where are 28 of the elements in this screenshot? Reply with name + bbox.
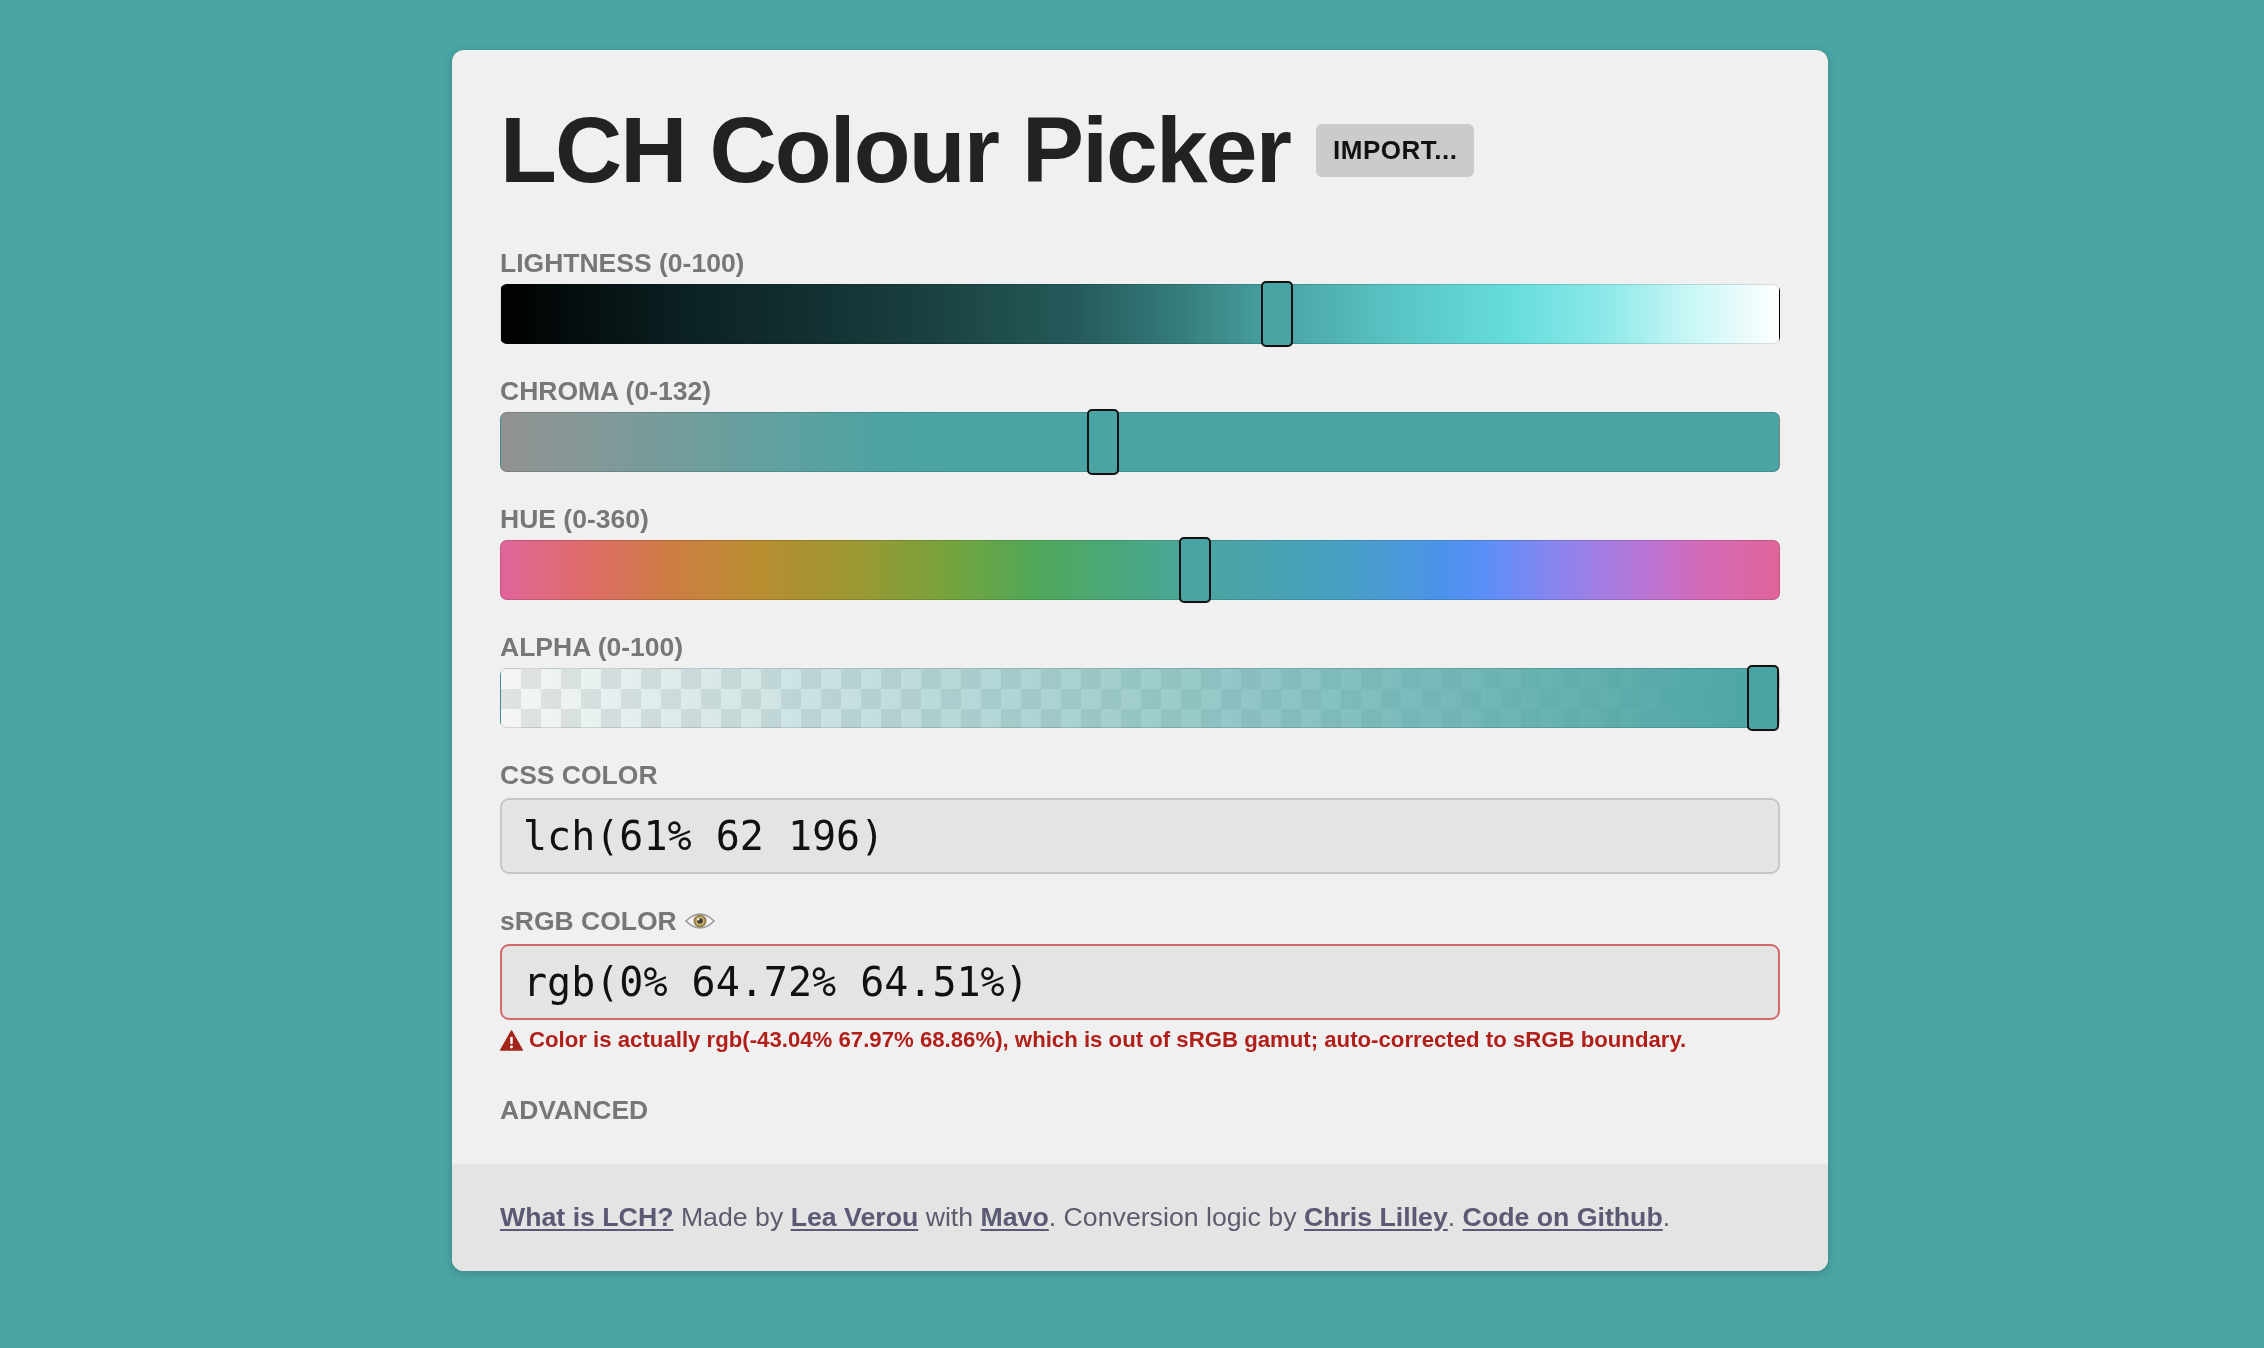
slider-label: LIGHTNESS (0-100) bbox=[500, 248, 746, 278]
slider-label: HUE (0-360) bbox=[500, 504, 650, 534]
slider-track[interactable] bbox=[500, 540, 1780, 600]
footer-link[interactable]: What is LCH? bbox=[500, 1202, 674, 1232]
slider-track[interactable] bbox=[500, 668, 1780, 728]
slider-label: CHROMA (0-132) bbox=[500, 376, 713, 406]
slider-track[interactable] bbox=[500, 412, 1780, 472]
eye-icon[interactable] bbox=[684, 910, 715, 932]
advanced-toggle[interactable]: ADVANCED bbox=[500, 1095, 649, 1125]
import-button[interactable]: IMPORT... bbox=[1316, 123, 1475, 177]
footer-link[interactable]: Mavo bbox=[980, 1202, 1049, 1232]
warning-message: Color is actually rgb(-43.04% 67.97% 68.86%), which is out of sRGB gamut; auto-corrected to sRGB boundary. bbox=[529, 1027, 1687, 1053]
page-title: LCH Colour Picker bbox=[500, 100, 1292, 200]
footer-link[interactable]: Code on Github bbox=[1462, 1202, 1663, 1232]
footer-link[interactable]: Chris Lilley bbox=[1303, 1202, 1448, 1232]
footer-link[interactable]: Lea Verou bbox=[790, 1202, 919, 1232]
footer-credits: What is LCH? Made by Lea Verou with Mavo. Conversion logic by Chris Lilley. Code on Github. bbox=[500, 1202, 1672, 1232]
slider-label: ALPHA (0-100) bbox=[500, 632, 685, 662]
slider-thumb[interactable] bbox=[1178, 537, 1211, 603]
slider-thumb[interactable] bbox=[1086, 409, 1119, 475]
srgb-color-field[interactable]: rgb(0% 64.72% 64.51%) bbox=[500, 944, 1780, 1020]
css-color-field[interactable]: lch(61% 62 196) bbox=[500, 798, 1780, 874]
slider-thumb[interactable] bbox=[1747, 665, 1779, 731]
field-label: sRGB COLOR bbox=[500, 906, 677, 936]
field-label: CSS COLOR bbox=[500, 760, 658, 790]
slider-track[interactable] bbox=[500, 284, 1780, 344]
warning-icon bbox=[500, 1029, 523, 1051]
slider-thumb[interactable] bbox=[1261, 281, 1294, 347]
